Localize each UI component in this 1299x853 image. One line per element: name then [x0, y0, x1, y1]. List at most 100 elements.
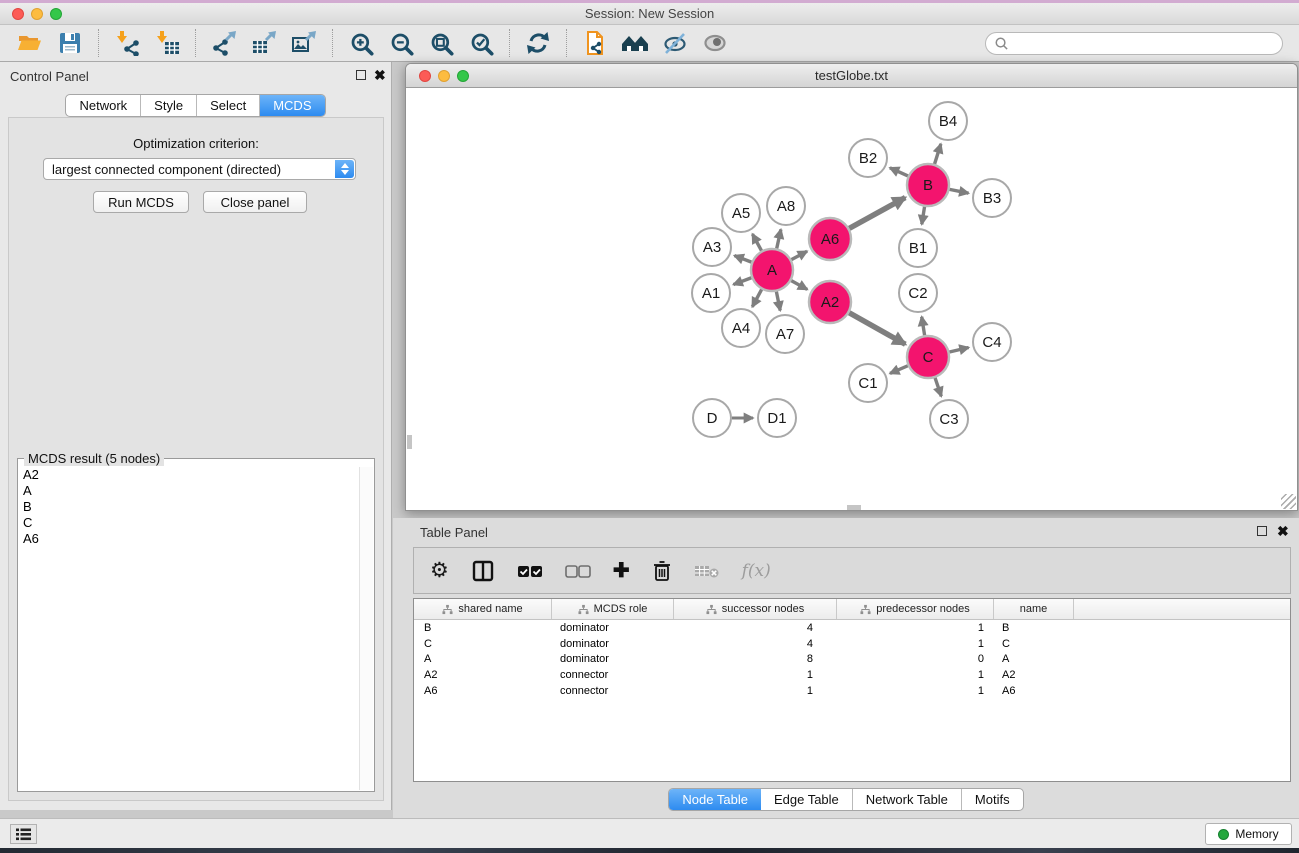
- edge-A-A6[interactable]: [791, 251, 807, 259]
- tab-network[interactable]: Network: [66, 95, 141, 116]
- zoom-out-button[interactable]: [386, 28, 416, 58]
- tab-edge-table[interactable]: Edge Table: [761, 789, 853, 810]
- open-file-button[interactable]: [15, 28, 45, 58]
- tab-mcds[interactable]: MCDS: [260, 95, 324, 116]
- column-visibility-button[interactable]: [471, 556, 495, 586]
- edge-C-C1[interactable]: [890, 366, 908, 374]
- graph-node-C1[interactable]: C1: [849, 364, 887, 402]
- graph-node-A5[interactable]: A5: [722, 194, 760, 232]
- export-table-button[interactable]: [249, 28, 279, 58]
- graph-node-A3[interactable]: A3: [693, 228, 731, 266]
- zoom-selected-button[interactable]: [466, 28, 496, 58]
- tab-select[interactable]: Select: [197, 95, 260, 116]
- clone-network-button[interactable]: [580, 28, 610, 58]
- table-row[interactable]: Cdominator41C: [414, 636, 1290, 652]
- graph-node-D[interactable]: D: [693, 399, 731, 437]
- table-options-button[interactable]: ⚙: [430, 556, 449, 586]
- minimize-network-button[interactable]: [438, 70, 450, 82]
- table-row[interactable]: A2connector11A2: [414, 667, 1290, 683]
- table-row[interactable]: Bdominator41B: [414, 620, 1290, 636]
- task-history-button[interactable]: [10, 824, 37, 844]
- edge-C-C3[interactable]: [935, 378, 941, 396]
- mcds-result-list[interactable]: A2ABCA6: [19, 467, 358, 790]
- graph-node-D1[interactable]: D1: [758, 399, 796, 437]
- network-canvas[interactable]: A5A8A6 A3 A A1 A2 A4A7 B4 B2 B B3 B1 C2 C4 C C1 C3 D D1: [406, 89, 1297, 510]
- column-header-successor-nodes[interactable]: successor nodes: [674, 599, 837, 619]
- apply-function-button[interactable]: f(x): [742, 556, 771, 586]
- graph-node-A2[interactable]: A2: [809, 281, 851, 323]
- maximize-window-button[interactable]: [50, 8, 62, 20]
- graph-node-B1[interactable]: B1: [899, 229, 937, 267]
- import-network-button[interactable]: [112, 28, 142, 58]
- close-table-panel-icon[interactable]: ✖: [1277, 523, 1289, 540]
- edge-A-A1[interactable]: [733, 278, 751, 285]
- add-column-button[interactable]: ✚: [613, 556, 630, 586]
- tab-node-table[interactable]: Node Table: [669, 789, 761, 810]
- edge-A-A7[interactable]: [776, 292, 780, 311]
- edge-A6-B[interactable]: [849, 198, 905, 229]
- hide-selected-button[interactable]: [660, 28, 690, 58]
- table-row[interactable]: Adominator80A: [414, 652, 1290, 668]
- edge-B-B1[interactable]: [922, 207, 925, 225]
- run-mcds-button[interactable]: Run MCDS: [93, 191, 189, 213]
- criterion-dropdown[interactable]: largest connected component (directed): [43, 158, 356, 180]
- zoom-in-button[interactable]: [346, 28, 376, 58]
- column-header-name[interactable]: name: [994, 599, 1074, 619]
- home-view-button[interactable]: [620, 28, 650, 58]
- network-window-titlebar[interactable]: testGlobe.txt: [406, 64, 1297, 88]
- zoom-fit-button[interactable]: [426, 28, 456, 58]
- export-network-button[interactable]: [209, 28, 239, 58]
- maximize-network-button[interactable]: [457, 70, 469, 82]
- memory-button[interactable]: Memory: [1205, 823, 1292, 845]
- edge-A-A4[interactable]: [752, 289, 761, 306]
- result-scrollbar[interactable]: [359, 467, 373, 790]
- close-panel-icon[interactable]: ✖: [374, 67, 386, 84]
- delete-table-button[interactable]: [694, 556, 720, 586]
- float-panel-icon[interactable]: [356, 70, 366, 80]
- graph-node-A4[interactable]: A4: [722, 309, 760, 347]
- float-table-panel-icon[interactable]: [1257, 526, 1267, 536]
- tab-network-table[interactable]: Network Table: [853, 789, 962, 810]
- graph-node-A6[interactable]: A6: [809, 218, 851, 260]
- close-network-button[interactable]: [419, 70, 431, 82]
- graph-node-A[interactable]: A: [751, 249, 793, 291]
- deselect-all-button[interactable]: [565, 556, 591, 586]
- graph-node-A8[interactable]: A8: [767, 187, 805, 225]
- graph-node-C4[interactable]: C4: [973, 323, 1011, 361]
- resize-grip[interactable]: [1281, 494, 1296, 509]
- graph-node-B4[interactable]: B4: [929, 102, 967, 140]
- search-input[interactable]: [1009, 36, 1274, 51]
- graph-node-B[interactable]: B: [907, 164, 949, 206]
- edge-C-C2[interactable]: [922, 317, 925, 336]
- import-table-button[interactable]: [152, 28, 182, 58]
- graph-node-B3[interactable]: B3: [973, 179, 1011, 217]
- save-session-button[interactable]: [55, 28, 85, 58]
- export-image-button[interactable]: [289, 28, 319, 58]
- refresh-button[interactable]: [523, 28, 553, 58]
- close-panel-button[interactable]: Close panel: [203, 191, 307, 213]
- graph-node-C[interactable]: C: [907, 336, 949, 378]
- graph-node-C3[interactable]: C3: [930, 400, 968, 438]
- minimize-window-button[interactable]: [31, 8, 43, 20]
- close-window-button[interactable]: [12, 8, 24, 20]
- table-row[interactable]: A6connector11A6: [414, 683, 1290, 699]
- delete-columns-button[interactable]: [652, 556, 672, 586]
- edge-B-B2[interactable]: [890, 168, 908, 176]
- graph-node-A1[interactable]: A1: [692, 274, 730, 312]
- search-box[interactable]: [985, 32, 1283, 55]
- edge-A-A3[interactable]: [734, 256, 751, 263]
- horizontal-scroll-nub[interactable]: [847, 505, 861, 510]
- edge-A2-C[interactable]: [849, 313, 905, 345]
- edge-A-A2[interactable]: [791, 281, 807, 290]
- column-header-MCDS-role[interactable]: MCDS role: [552, 599, 674, 619]
- graph-node-C2[interactable]: C2: [899, 274, 937, 312]
- edge-A-A5[interactable]: [752, 234, 761, 251]
- tab-style[interactable]: Style: [141, 95, 197, 116]
- edge-B-B3[interactable]: [950, 189, 969, 193]
- graph-node-A7[interactable]: A7: [766, 315, 804, 353]
- edge-B-B4[interactable]: [935, 144, 941, 164]
- graph-node-B2[interactable]: B2: [849, 139, 887, 177]
- edge-A-A8[interactable]: [777, 229, 781, 248]
- column-header-predecessor-nodes[interactable]: predecessor nodes: [837, 599, 994, 619]
- tab-motifs[interactable]: Motifs: [962, 789, 1023, 810]
